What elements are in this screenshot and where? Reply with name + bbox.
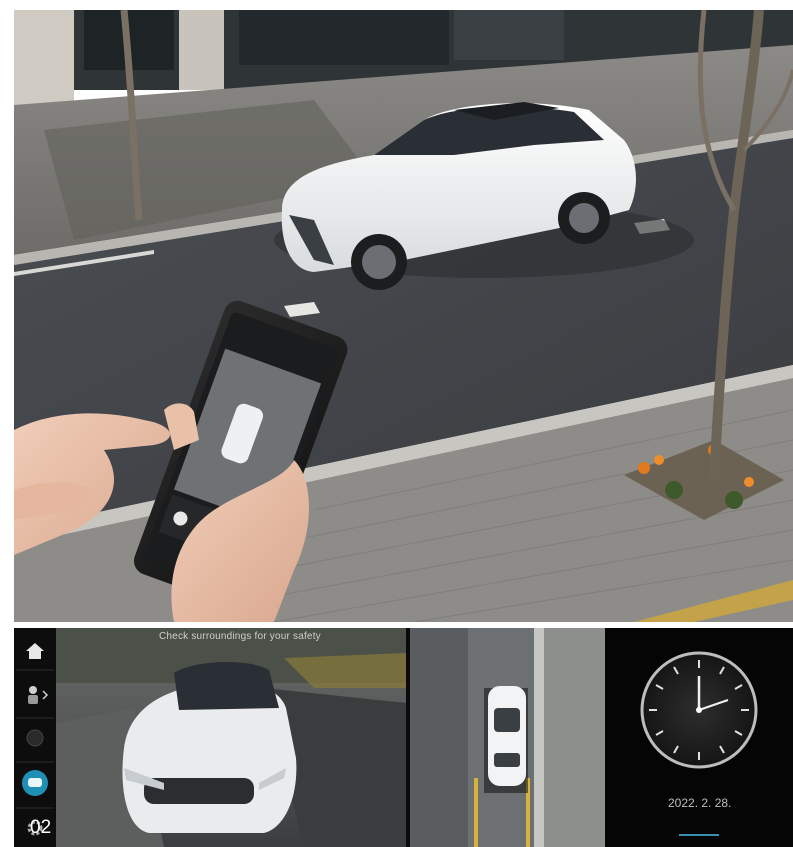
settings-icon[interactable] [25, 728, 45, 748]
street-photo [14, 10, 793, 622]
clock-date: 2022. 2. 28. [668, 796, 732, 810]
home-icon[interactable] [25, 642, 45, 660]
infotainment-screen: Check surroundings for your safety 2022.… [14, 628, 793, 847]
safety-hint-text: Check surroundings for your safety [159, 631, 321, 642]
remote-parking-icon[interactable] [24, 684, 50, 706]
car-view-icon[interactable] [21, 768, 49, 798]
image-number: 02 [30, 817, 52, 838]
